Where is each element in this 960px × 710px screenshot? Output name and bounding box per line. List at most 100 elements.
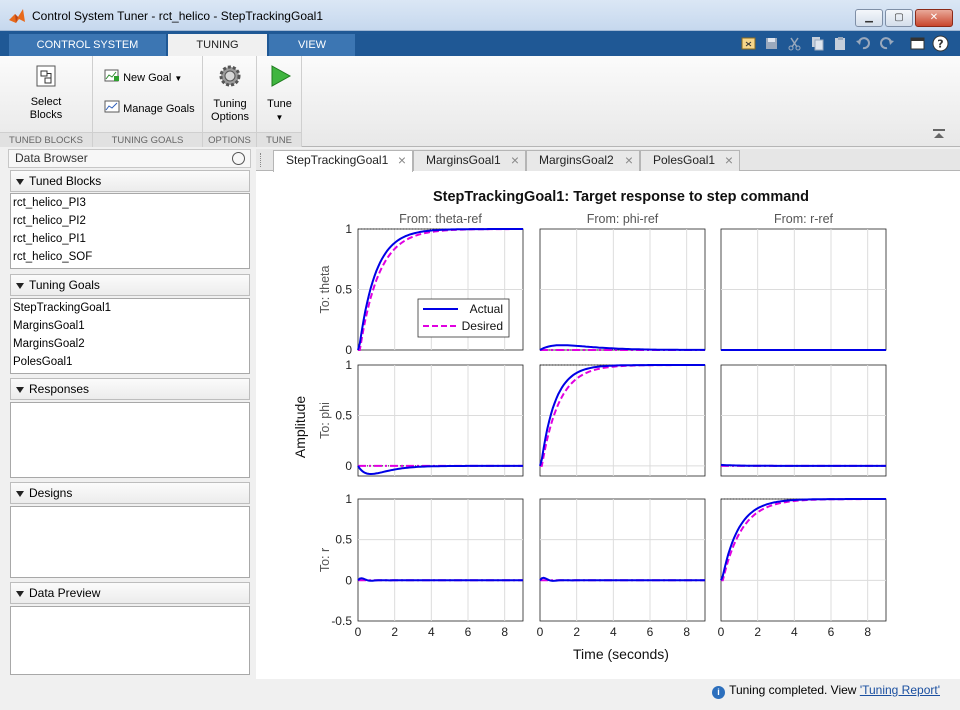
new-goal-button[interactable]: New Goal ▼: [104, 69, 182, 87]
manage-goals-icon: [104, 100, 120, 113]
list-item[interactable]: rct_helico_PI1: [11, 230, 249, 248]
collapse-triangle-icon: [16, 591, 24, 597]
tuning-goals-label: Tuning Goals: [29, 278, 100, 292]
responses-header[interactable]: Responses: [10, 378, 250, 400]
subplot-panel: [539, 498, 706, 622]
section-tuned-blocks: Select Blocks TUNED BLOCKS: [0, 56, 93, 147]
status-text: Tuning completed. View: [729, 683, 860, 697]
y-tick-label: 0: [345, 573, 352, 587]
gear-icon: [219, 65, 241, 87]
paste-icon[interactable]: [832, 35, 849, 52]
x-tick-label: 4: [791, 625, 798, 639]
y-tick-label: -0.5: [331, 614, 352, 628]
copy-icon[interactable]: [809, 35, 826, 52]
chart-title: StepTrackingGoal1: Target response to st…: [433, 189, 809, 205]
legend-label-desired: Desired: [462, 319, 503, 333]
list-item[interactable]: rct_helico_PI2: [11, 212, 249, 230]
section-options: Tuning Options OPTIONS: [203, 56, 257, 147]
manage-goals-label: Manage Goals: [123, 103, 195, 115]
responses-label: Responses: [29, 382, 90, 396]
close-tab-icon[interactable]: ×: [725, 151, 733, 170]
list-item[interactable]: MarginsGoal2: [11, 335, 249, 353]
layout-icon[interactable]: [909, 35, 926, 52]
redo-icon[interactable]: [878, 35, 895, 52]
minimize-button[interactable]: ▁: [855, 9, 883, 27]
section-tuning-goals: New Goal ▼ Manage Goals TUNING GOALS: [93, 56, 203, 147]
y-tick-label: 0: [345, 343, 352, 357]
x-tick-label: 2: [754, 625, 761, 639]
collapse-ribbon-icon[interactable]: [932, 128, 946, 140]
window-title: Control System Tuner - rct_helico - Step…: [32, 9, 324, 23]
data-browser-header: Data Browser: [8, 149, 251, 168]
doc-tab-label: MarginsGoal1: [426, 153, 501, 167]
x-tick-label: 0: [718, 625, 725, 639]
tuned-blocks-label: Tuned Blocks: [29, 174, 102, 188]
x-tick-label: 2: [391, 625, 398, 639]
section-label: TUNED BLOCKS: [0, 132, 92, 147]
section-label: TUNING GOALS: [93, 132, 202, 147]
tuning-goals-list: StepTrackingGoal1 MarginsGoal1 MarginsGo…: [10, 298, 250, 374]
designs-label: Designs: [29, 486, 73, 500]
x-axis-label: Time (seconds): [573, 646, 669, 662]
tuning-report-link[interactable]: 'Tuning Report': [860, 683, 940, 697]
x-tick-label: 2: [573, 625, 580, 639]
doc-tab-label: StepTrackingGoal1: [286, 153, 389, 167]
step-response-plot[interactable]: StepTrackingGoal1: Target response to st…: [256, 171, 960, 679]
y-tick-label: 0: [345, 459, 352, 473]
doc-tab-steptrackinggoal1[interactable]: StepTrackingGoal1 ×: [273, 150, 413, 172]
close-tab-icon[interactable]: ×: [511, 151, 519, 170]
doc-tab-marginsgoal1[interactable]: MarginsGoal1 ×: [413, 150, 526, 171]
save-icon[interactable]: [763, 35, 780, 52]
data-preview-header[interactable]: Data Preview: [10, 582, 250, 604]
section-label: OPTIONS: [203, 132, 256, 147]
collapse-triangle-icon: [16, 179, 24, 185]
tuned-blocks-header[interactable]: Tuned Blocks: [10, 170, 250, 192]
tab-control-system[interactable]: CONTROL SYSTEM: [9, 34, 166, 56]
subplot-frame: [539, 498, 706, 622]
doc-tab-polesgoal1[interactable]: PolesGoal1 ×: [640, 150, 740, 171]
close-tab-icon[interactable]: ×: [398, 151, 406, 170]
list-item[interactable]: MarginsGoal1: [11, 317, 249, 335]
select-blocks-icon: [36, 65, 56, 87]
x-tick-label: 0: [355, 625, 362, 639]
manage-goals-button[interactable]: Manage Goals: [104, 100, 195, 118]
tuned-blocks-list: rct_helico_PI3 rct_helico_PI2 rct_helico…: [10, 193, 250, 269]
open-session-icon[interactable]: [740, 35, 757, 52]
list-item[interactable]: StepTrackingGoal1: [11, 299, 249, 317]
tab-tuning[interactable]: TUNING: [168, 34, 267, 56]
subplot-panel: [539, 364, 706, 477]
doc-tab-marginsgoal2[interactable]: MarginsGoal2 ×: [526, 150, 640, 171]
x-tick-label: 0: [537, 625, 544, 639]
select-blocks-button[interactable]: Select Blocks: [20, 62, 72, 122]
series-actual-line: [720, 463, 886, 467]
y-tick-label: 1: [345, 492, 352, 506]
ribbon-tab-strip: CONTROL SYSTEM TUNING VIEW ?: [0, 31, 960, 56]
designs-header[interactable]: Designs: [10, 482, 250, 504]
close-button[interactable]: ✕: [915, 9, 953, 27]
y-tick-label: 1: [345, 358, 352, 372]
subplot-frame: [539, 364, 706, 477]
collapse-triangle-icon: [16, 283, 24, 289]
tune-button[interactable]: Tune ▼: [259, 64, 300, 124]
y-tick-label: 0.5: [335, 283, 352, 297]
status-bar: i Tuning completed. View 'Tuning Report': [0, 680, 960, 710]
new-goal-icon: [104, 69, 119, 82]
help-icon[interactable]: ?: [932, 35, 949, 52]
list-item[interactable]: PolesGoal1: [11, 353, 249, 371]
subplot-frame: [720, 364, 887, 477]
browser-options-icon[interactable]: [232, 152, 245, 165]
undo-icon[interactable]: [855, 35, 872, 52]
cut-icon[interactable]: [786, 35, 803, 52]
subplot-panel: [720, 228, 887, 351]
tuning-options-button[interactable]: Tuning Options: [205, 64, 255, 124]
x-tick-label: 8: [501, 625, 508, 639]
list-item[interactable]: rct_helico_PI3: [11, 194, 249, 212]
data-preview-area: [10, 606, 250, 675]
maximize-button[interactable]: ▢: [885, 9, 913, 27]
list-item[interactable]: rct_helico_SOF: [11, 248, 249, 266]
column-label: From: phi-ref: [587, 212, 659, 226]
tuning-goals-header[interactable]: Tuning Goals: [10, 274, 250, 296]
close-tab-icon[interactable]: ×: [625, 151, 633, 170]
section-tune: Tune ▼ TUNE: [257, 56, 302, 147]
tab-view[interactable]: VIEW: [269, 34, 355, 56]
